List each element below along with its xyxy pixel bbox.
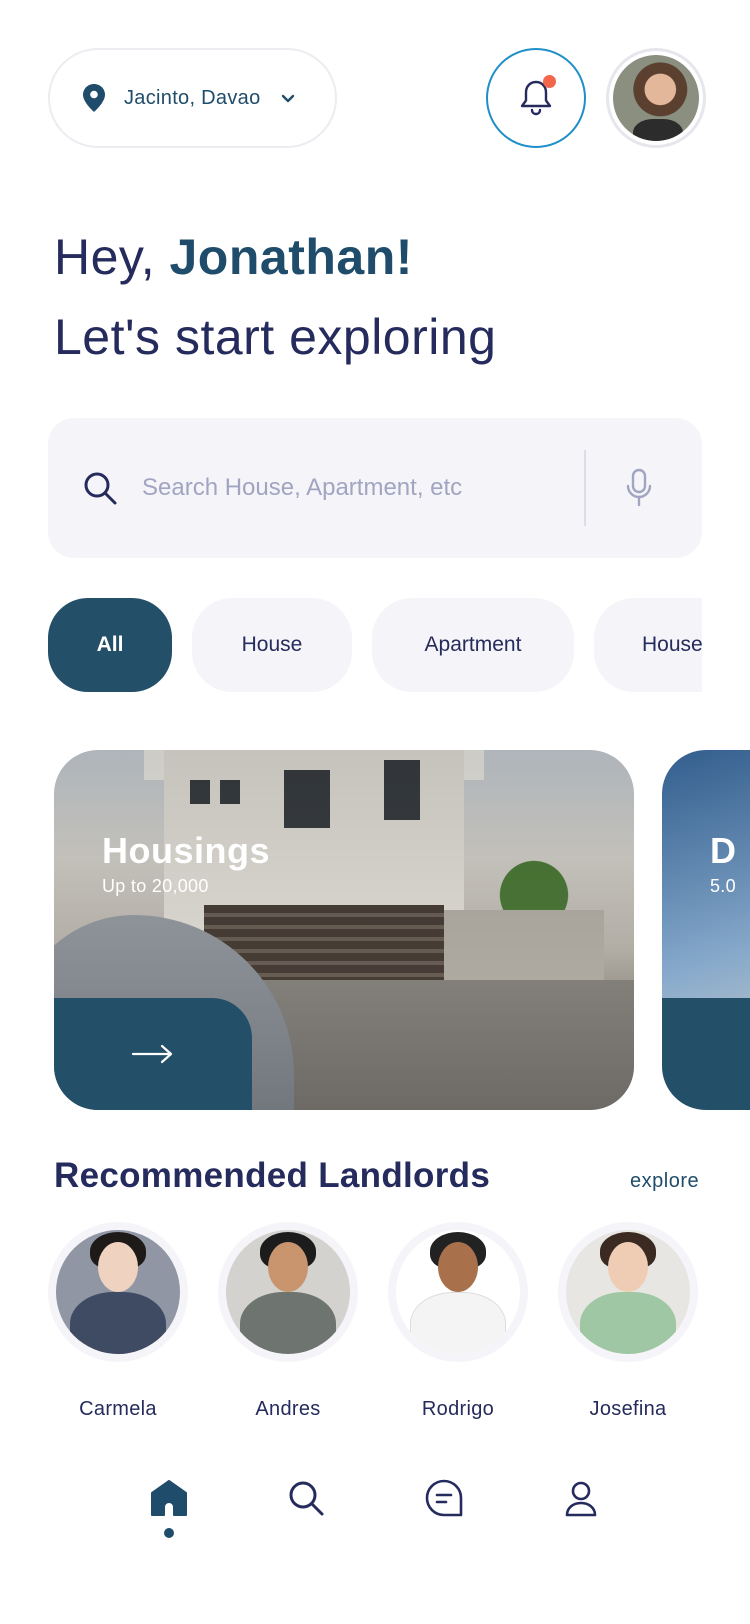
home-icon	[150, 1480, 187, 1516]
landlord-avatar	[566, 1230, 690, 1354]
landlord-avatar	[56, 1230, 180, 1354]
landlord-name: Rodrigo	[421, 1398, 495, 1420]
notification-badge	[543, 75, 556, 88]
user-avatar[interactable]	[606, 48, 706, 148]
avatar-image	[613, 55, 699, 141]
explore-link[interactable]: explore	[630, 1170, 699, 1193]
landlord-name: Carmela	[79, 1398, 157, 1420]
featured-card-second[interactable]: D 5.0	[662, 750, 750, 1110]
profile-icon	[565, 1481, 597, 1517]
nav-messages[interactable]	[414, 1478, 474, 1548]
search-bar	[48, 418, 702, 558]
notification-button[interactable]	[486, 48, 586, 148]
chip-house-2[interactable]: House	[594, 598, 702, 692]
microphone-icon[interactable]	[624, 468, 654, 508]
card-arrow-button[interactable]	[662, 998, 750, 1110]
landlord-avatar	[396, 1230, 520, 1354]
chat-icon	[425, 1479, 463, 1517]
chip-house[interactable]: House	[192, 598, 352, 692]
greeting-subtitle: Let's start exploring	[54, 309, 497, 365]
greeting-username: Jonathan!	[169, 229, 413, 285]
search-icon	[289, 1481, 324, 1516]
featured-carousel: Housings Up to 20,000 D 5.0	[54, 750, 750, 1110]
greeting-heading: Hey, Jonathan!	[54, 228, 413, 286]
location-label: Jacinto, Davao	[124, 86, 261, 109]
card-price: 5.0	[710, 876, 736, 896]
featured-card-housings[interactable]: Housings Up to 20,000	[54, 750, 634, 1110]
card-arrow-button[interactable]	[54, 998, 252, 1110]
location-selector[interactable]: Jacinto, Davao	[48, 48, 337, 148]
landlord-item[interactable]: Josefina	[558, 1222, 698, 1421]
card-title: D	[710, 830, 737, 871]
search-divider	[584, 450, 586, 526]
landlord-item[interactable]: Rodrigo	[388, 1222, 528, 1421]
greeting-hey: Hey,	[54, 229, 170, 285]
chevron-down-icon	[281, 94, 294, 103]
location-pin-icon	[83, 84, 105, 112]
landlord-name: Andres	[255, 1398, 321, 1420]
search-input[interactable]	[142, 474, 572, 502]
landlord-item[interactable]: Andres	[218, 1222, 358, 1421]
landlord-name: Josefina	[589, 1398, 667, 1420]
bottom-navigation	[0, 1478, 750, 1608]
chip-all[interactable]: All	[48, 598, 172, 692]
landlord-avatar	[226, 1230, 350, 1354]
chip-apartment[interactable]: Apartment	[372, 598, 574, 692]
nav-profile[interactable]	[551, 1478, 611, 1548]
nav-search[interactable]	[276, 1478, 336, 1548]
nav-home[interactable]	[139, 1478, 199, 1548]
category-chips: All House Apartment House	[48, 598, 702, 692]
card-title: Housings	[102, 830, 271, 871]
arrow-right-icon	[131, 1044, 173, 1064]
landlord-item[interactable]: Carmela	[48, 1222, 188, 1421]
card-price: Up to 20,000	[102, 876, 209, 896]
landlords-section-title: Recommended Landlords	[54, 1156, 491, 1195]
landlords-list: Carmela Andres Rodrigo Josefina	[48, 1222, 708, 1422]
active-indicator	[163, 1528, 174, 1538]
search-icon	[84, 472, 117, 505]
